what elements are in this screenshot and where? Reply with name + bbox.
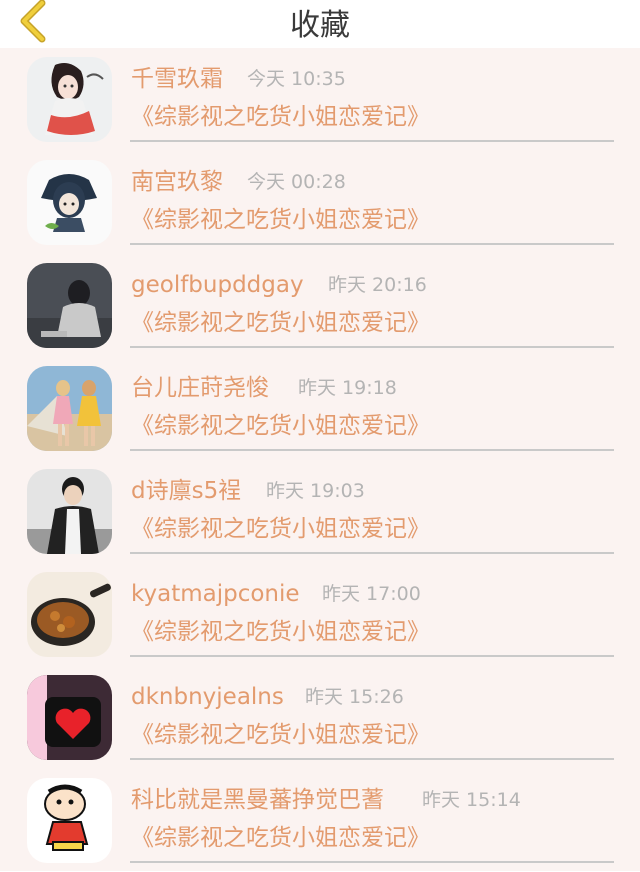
list-item[interactable]: 南宫玖黎 今天 00:28 《综影视之吃货小姐恋爱记》 xyxy=(0,151,640,254)
user-name: d诗廪s5裎 xyxy=(131,478,242,504)
divider xyxy=(130,140,614,142)
timestamp: 昨天 15:26 xyxy=(305,686,404,708)
user-name: 千雪玖霜 xyxy=(131,66,223,92)
list-item[interactable]: 科比就是黑曼蕃挣觉巴蓍 昨天 15:14 《综影视之吃货小姐恋爱记》 xyxy=(0,769,640,872)
timestamp: 昨天 20:16 xyxy=(328,274,427,296)
favorites-list: 千雪玖霜 今天 10:35 《综影视之吃货小姐恋爱记》 南宫玖黎 今天 00:2… xyxy=(0,48,640,872)
user-name: 科比就是黑曼蕃挣觉巴蓍 xyxy=(131,787,384,813)
list-item[interactable]: geolfbupddgay 昨天 20:16 《综影视之吃货小姐恋爱记》 xyxy=(0,254,640,357)
divider xyxy=(130,552,614,554)
book-title-link[interactable]: 《综影视之吃货小姐恋爱记》 xyxy=(131,823,430,853)
book-title-link[interactable]: 《综影视之吃货小姐恋爱记》 xyxy=(131,411,430,441)
list-item[interactable]: dknbnyjealns 昨天 15:26 《综影视之吃货小姐恋爱记》 xyxy=(0,666,640,769)
book-title-link[interactable]: 《综影视之吃货小姐恋爱记》 xyxy=(131,205,430,235)
nav-bar: 收藏 xyxy=(0,0,640,48)
book-title-link[interactable]: 《综影视之吃货小姐恋爱记》 xyxy=(131,308,430,338)
user-name: geolfbupddgay xyxy=(131,272,304,298)
food-pan-avatar[interactable] xyxy=(27,572,112,657)
timestamp: 昨天 17:00 xyxy=(322,583,421,605)
user-name: 台儿庄莳尧悛 xyxy=(131,375,269,401)
page-title: 收藏 xyxy=(290,8,350,43)
divider xyxy=(130,758,614,760)
list-item[interactable]: 台儿庄莳尧悛 昨天 19:18 《综影视之吃货小姐恋爱记》 xyxy=(0,357,640,460)
timestamp: 今天 10:35 xyxy=(247,68,346,90)
divider xyxy=(130,449,614,451)
user-name: kyatmajpconie xyxy=(131,581,300,607)
book-title-link[interactable]: 《综影视之吃货小姐恋爱记》 xyxy=(131,617,430,647)
two-girls-avatar[interactable] xyxy=(27,366,112,451)
divider xyxy=(130,861,614,863)
divider xyxy=(130,655,614,657)
timestamp: 今天 00:28 xyxy=(247,171,346,193)
list-item[interactable]: d诗廪s5裎 昨天 19:03 《综影视之吃货小姐恋爱记》 xyxy=(0,460,640,563)
timestamp: 昨天 15:14 xyxy=(422,789,521,811)
divider xyxy=(130,243,614,245)
list-item[interactable]: kyatmajpconie 昨天 17:00 《综影视之吃货小姐恋爱记》 xyxy=(0,563,640,666)
crayon-boy-avatar[interactable] xyxy=(27,778,112,863)
heart-frame-avatar[interactable] xyxy=(27,675,112,760)
user-name: 南宫玖黎 xyxy=(131,169,223,195)
favorites-screen: 收藏 千雪玖霜 今天 10:35 《综影视之吃货小姐恋爱记》 南宫玖黎 今天 0… xyxy=(0,0,640,871)
book-title-link[interactable]: 《综影视之吃货小姐恋爱记》 xyxy=(131,102,430,132)
anime-girl-avatar[interactable] xyxy=(27,57,112,142)
list-item[interactable]: 千雪玖霜 今天 10:35 《综影视之吃货小姐恋爱记》 xyxy=(0,48,640,151)
user-name: dknbnyjealns xyxy=(131,684,284,710)
grey-photo-avatar[interactable] xyxy=(27,263,112,348)
timestamp: 昨天 19:03 xyxy=(266,480,365,502)
hooded-cartoon-avatar[interactable] xyxy=(27,160,112,245)
young-man-avatar[interactable] xyxy=(27,469,112,554)
divider xyxy=(130,346,614,348)
book-title-link[interactable]: 《综影视之吃货小姐恋爱记》 xyxy=(131,514,430,544)
book-title-link[interactable]: 《综影视之吃货小姐恋爱记》 xyxy=(131,720,430,750)
timestamp: 昨天 19:18 xyxy=(298,377,397,399)
